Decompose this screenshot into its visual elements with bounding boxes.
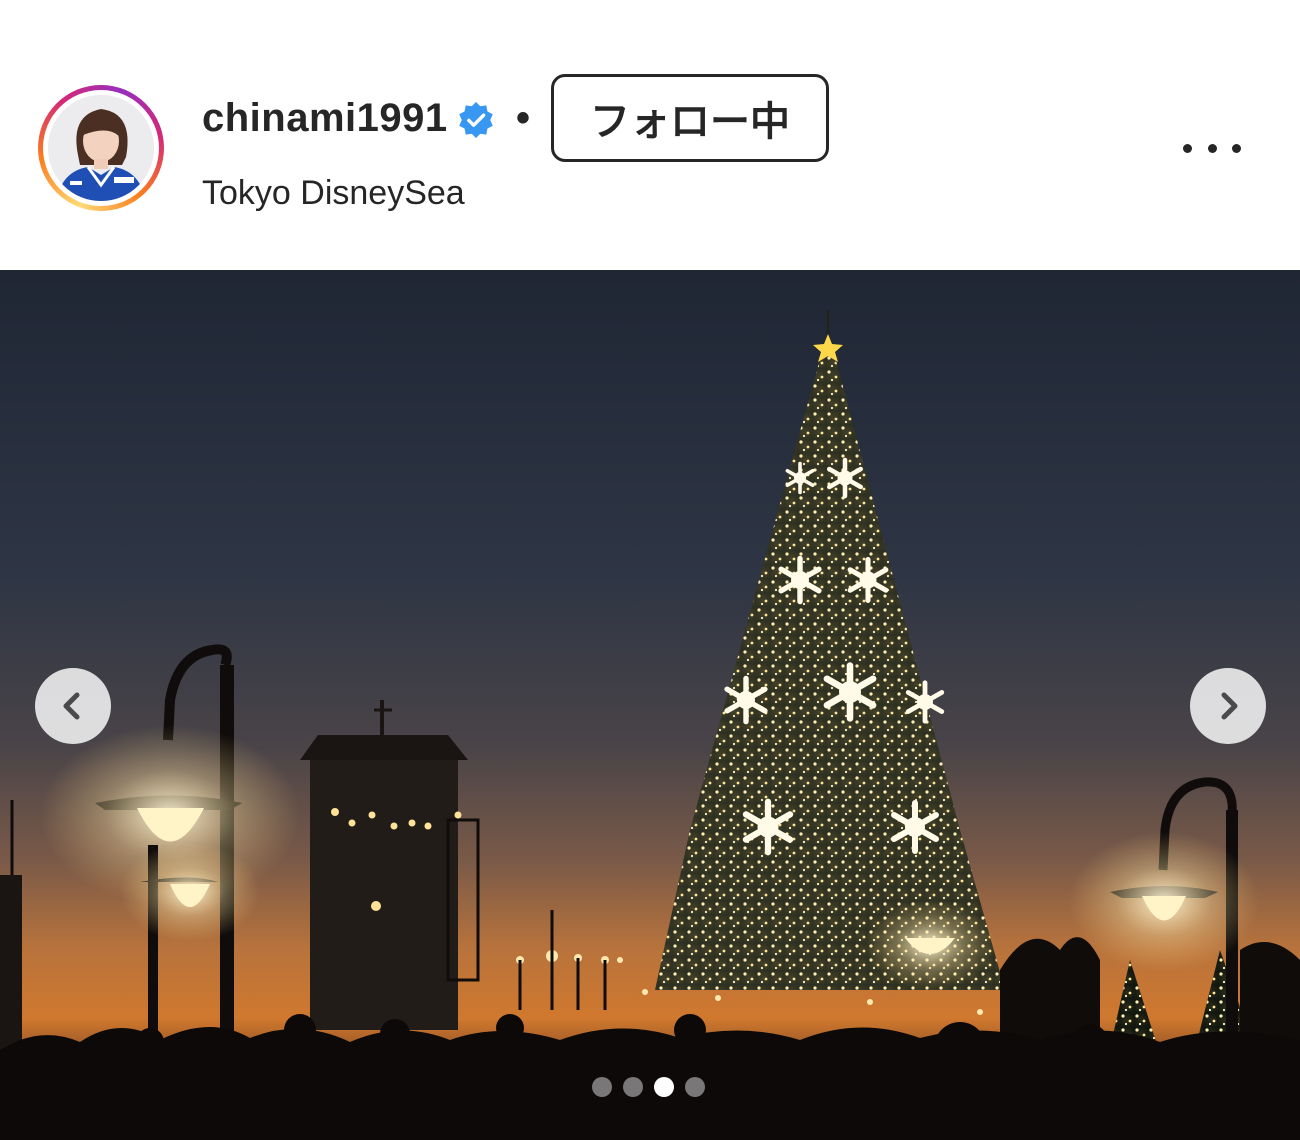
following-button[interactable]: フォロー中 — [551, 74, 829, 162]
carousel-dot — [685, 1077, 705, 1097]
carousel-dot — [592, 1077, 612, 1097]
username[interactable]: chinami1991 — [202, 96, 448, 141]
avatar-photo — [48, 95, 154, 201]
post-photo[interactable] — [0, 270, 1300, 1140]
previous-slide-button[interactable] — [35, 668, 111, 744]
avatar-gap — [43, 90, 159, 206]
chevron-right-icon — [1221, 692, 1238, 720]
christmas-tree-photo — [0, 270, 1300, 1140]
chevron-left-icon — [63, 692, 80, 720]
more-dot — [1232, 143, 1241, 153]
more-dot — [1183, 143, 1192, 153]
more-dot — [1207, 143, 1217, 153]
more-options-icon[interactable] — [1183, 128, 1241, 168]
carousel-indicators — [592, 1077, 705, 1097]
carousel-dot — [654, 1077, 674, 1097]
carousel-dot — [623, 1077, 643, 1097]
separator-dot: • — [516, 96, 531, 140]
story-ring[interactable] — [38, 85, 164, 211]
post-header: chinami1991 • フォロー中 Tokyo DisneySea — [0, 0, 1300, 270]
location-link[interactable]: Tokyo DisneySea — [202, 174, 465, 213]
avatar[interactable] — [48, 95, 154, 201]
verified-badge-icon — [459, 101, 493, 139]
next-slide-button[interactable] — [1190, 668, 1266, 744]
